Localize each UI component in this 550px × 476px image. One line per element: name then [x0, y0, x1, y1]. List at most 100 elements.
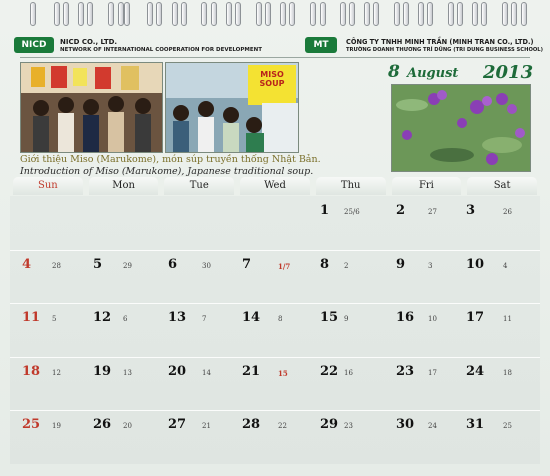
current-year: 2013: [483, 62, 534, 83]
day-cell[interactable]: 4 28: [10, 250, 86, 302]
spiral-binding: [0, 0, 550, 26]
day-cell[interactable]: 16 10: [389, 303, 465, 355]
day-cell[interactable]: 20 14: [161, 357, 237, 409]
binding-ring: [201, 2, 207, 26]
binding-ring: [63, 2, 69, 26]
day-cell[interactable]: 3 26: [464, 196, 540, 248]
weekday-tue: Tue: [164, 177, 235, 195]
binding-ring: [472, 2, 478, 26]
nicd-logo-text: NICD: [21, 40, 47, 50]
binding-ring: [394, 2, 400, 26]
day-number: 7: [241, 256, 252, 272]
day-cell[interactable]: 82: [313, 250, 389, 302]
lunar-date: 22: [277, 422, 287, 431]
binding-ring: [457, 2, 463, 26]
day-number: 23: [395, 363, 415, 379]
flower-photo: [391, 84, 531, 172]
day-number: 28: [241, 417, 261, 433]
binding-ring: [448, 2, 454, 26]
binding-ring: [511, 2, 517, 26]
day-cell[interactable]: 2 27: [389, 196, 465, 248]
binding-ring: [289, 2, 295, 26]
lunar-date: 30: [201, 261, 211, 270]
day-cell[interactable]: 24 18: [464, 357, 540, 409]
day-cell[interactable]: 18 12: [10, 357, 86, 409]
binding-ring: [481, 2, 487, 26]
binding-ring: [78, 2, 84, 26]
lunar-date: 23: [343, 422, 353, 431]
day-number: 8: [319, 256, 330, 272]
lunar-date: 25/6: [343, 208, 360, 216]
lunar-date: 26: [502, 208, 512, 216]
day-cell[interactable]: 19 13: [86, 357, 162, 409]
day-number: 26: [92, 417, 112, 433]
binding-ring: [349, 2, 355, 26]
weekday-sun: Sun: [13, 177, 83, 195]
day-cell[interactable]: 12 6: [86, 303, 162, 355]
day-number: 22: [319, 363, 339, 379]
caption-english: Introduction of Miso (Marukome), Japanes…: [20, 166, 314, 177]
day-cell[interactable]: 26 20: [86, 410, 162, 462]
day-cell[interactable]: 21 15: [237, 357, 313, 409]
binding-ring: [310, 2, 316, 26]
binding-ring: [211, 2, 217, 26]
day-cell[interactable]: 30 24: [389, 410, 465, 462]
day-cell[interactable]: 15 9: [313, 303, 389, 355]
day-cell[interactable]: 17 11: [464, 303, 540, 355]
lunar-date: 17: [427, 368, 437, 377]
day-cell[interactable]: 7 1/7: [237, 250, 313, 302]
binding-ring: [340, 2, 346, 26]
lunar-date: 7: [201, 315, 207, 324]
event-photo-left-image: [21, 63, 162, 152]
day-cell[interactable]: 28 22: [237, 410, 313, 462]
binding-ring: [235, 2, 241, 26]
day-cell[interactable]: 27 21: [161, 410, 237, 462]
event-photo-right: MISO SOUP: [165, 62, 299, 153]
day-number: 25: [22, 417, 41, 433]
binding-ring: [54, 2, 60, 26]
lunar-date: 15: [277, 368, 288, 378]
day-number: 11: [22, 310, 41, 326]
left-org-name: NICD CO., LTD.: [60, 38, 118, 46]
day-cell[interactable]: 22 16: [313, 357, 389, 409]
lunar-date: 14: [201, 368, 211, 377]
lunar-date: 13: [122, 368, 132, 377]
weekday-mon: Mon: [88, 177, 159, 195]
day-cell[interactable]: 23 17: [389, 357, 465, 409]
day-number: 24: [465, 363, 485, 379]
day-number: 14: [241, 310, 261, 326]
calendar-grid: 1 25/6 2 27 3 26 4 28 5 29 6 30 7 1/7 8 2 9 3 10 4 11 5 12 6 13 7…: [10, 196, 540, 464]
day-cell[interactable]: 11 5: [10, 303, 86, 355]
day-cell[interactable]: 93: [389, 250, 465, 302]
weekday-wed: Wed: [240, 177, 310, 195]
day-cell[interactable]: 31 25: [464, 410, 540, 462]
binding-ring: [320, 2, 326, 26]
current-day: 8: [388, 62, 400, 82]
binding-ring: [124, 2, 130, 26]
day-cell[interactable]: 10 4: [464, 250, 540, 302]
day-cell[interactable]: 29 23: [313, 410, 389, 462]
right-org-name: CÔNG TY TNHH MINH TRẦN (MINH TRAN CO., L…: [346, 38, 534, 46]
binding-ring: [403, 2, 409, 26]
weekday-header: Sun Mon Tue Wed Thu Fri Sat: [10, 177, 540, 195]
right-org-subtitle: TRƯỜNG DOANH THƯƠNG TRÍ DŨNG (TRI DUNG B…: [346, 47, 543, 53]
day-number: 31: [465, 417, 485, 433]
day-cell[interactable]: 1 25/6: [313, 196, 389, 248]
day-number: 9: [395, 256, 406, 272]
binding-ring: [418, 2, 424, 26]
lunar-date: 5: [52, 315, 57, 324]
binding-ring: [280, 2, 286, 26]
weekday-sat: Sat: [467, 177, 537, 195]
day-cell[interactable]: 5 29: [86, 250, 162, 302]
lunar-date: 27: [427, 208, 437, 216]
day-cell[interactable]: 14 8: [237, 303, 313, 355]
day-cell[interactable]: 13 7: [161, 303, 237, 355]
lunar-date: 19: [52, 422, 61, 431]
lunar-date: 6: [122, 315, 128, 324]
nicd-logo: NICD: [14, 37, 54, 53]
day-cell[interactable]: 25 19: [10, 410, 86, 462]
lunar-date: 25: [502, 422, 512, 431]
day-cell[interactable]: 6 30: [161, 250, 237, 302]
binding-ring: [181, 2, 187, 26]
day-number: 21: [241, 363, 261, 379]
